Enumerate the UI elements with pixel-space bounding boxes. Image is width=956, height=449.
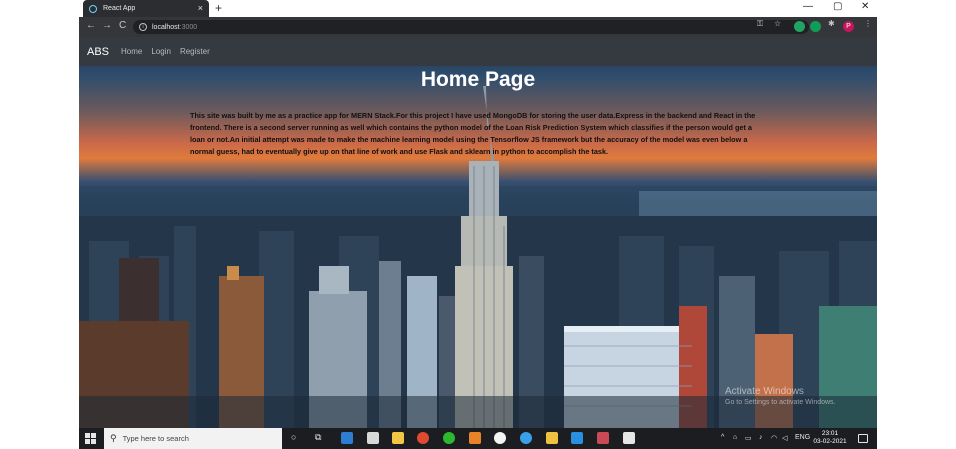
active-app-icon[interactable] bbox=[597, 432, 609, 444]
maximize-icon[interactable]: ▢ bbox=[833, 1, 842, 12]
browser-tab-strip: React App × + — ▢ ✕ bbox=[79, 0, 877, 17]
browser-toolbar: ← → C i localhost :3000 ⚿ ☆ ✱ P ⋮ bbox=[79, 17, 877, 37]
opera-icon[interactable] bbox=[417, 432, 429, 444]
back-arrow-icon[interactable]: ← bbox=[86, 20, 96, 31]
reload-icon[interactable]: C bbox=[119, 20, 126, 31]
nav-link-login[interactable]: Login bbox=[151, 47, 171, 56]
new-tab-icon[interactable]: + bbox=[215, 1, 222, 15]
minimize-icon[interactable]: — bbox=[803, 1, 813, 12]
store-icon[interactable] bbox=[392, 432, 404, 444]
top-navbar: ABS Home Login Register bbox=[79, 37, 877, 66]
task-view-icon[interactable]: ⧉ bbox=[315, 432, 321, 443]
wifi-icon[interactable]: ◠ bbox=[771, 434, 777, 442]
taskbar-clock[interactable]: 23:01 03-02-2021 bbox=[813, 430, 847, 446]
clock-time: 23:01 bbox=[821, 430, 839, 437]
mic-icon[interactable]: ♪ bbox=[759, 434, 763, 441]
forward-arrow-icon[interactable]: → bbox=[102, 20, 112, 31]
extension-new-icon[interactable] bbox=[810, 21, 821, 32]
activate-windows-subtext: Go to Settings to activate Windows. bbox=[725, 399, 836, 406]
battery-icon[interactable]: ▭ bbox=[745, 434, 752, 442]
tray-chevron-icon[interactable]: ^ bbox=[721, 434, 724, 441]
web-page-viewport: ABS Home Login Register Home Page This s… bbox=[79, 37, 877, 428]
extensions-puzzle-icon[interactable]: ✱ bbox=[828, 19, 835, 28]
page-description: This site was built by me as a practice … bbox=[190, 111, 756, 156]
browser-tab[interactable]: React App × bbox=[83, 0, 209, 17]
edge-icon[interactable] bbox=[520, 432, 532, 444]
tab-close-icon[interactable]: × bbox=[198, 3, 203, 13]
green-app-icon[interactable] bbox=[443, 432, 455, 444]
cortana-icon[interactable]: ○ bbox=[291, 432, 296, 442]
profile-avatar[interactable]: P bbox=[843, 21, 854, 32]
clock-date: 03-02-2021 bbox=[813, 438, 847, 445]
page-title: Home Page bbox=[420, 68, 536, 91]
tray-people-icon[interactable]: ⌂ bbox=[733, 434, 737, 441]
search-icon: ⚲ bbox=[110, 433, 117, 443]
windows-start-icon[interactable] bbox=[85, 433, 96, 444]
mail-icon[interactable] bbox=[341, 432, 353, 444]
chrome-icon[interactable] bbox=[494, 432, 506, 444]
site-info-icon[interactable]: i bbox=[139, 23, 147, 31]
address-bar[interactable]: i localhost :3000 bbox=[133, 20, 809, 34]
snip-tool-icon[interactable] bbox=[367, 432, 379, 444]
desktop-screen: React App × + — ▢ ✕ ← → C i localhost :3… bbox=[79, 0, 877, 449]
file-explorer-icon[interactable] bbox=[546, 432, 558, 444]
extension-icon[interactable] bbox=[794, 21, 805, 32]
window-app-icon[interactable] bbox=[623, 432, 635, 444]
taskbar-search-input[interactable]: ⚲ Type here to search bbox=[104, 428, 282, 449]
url-port: :3000 bbox=[179, 23, 198, 31]
windows-taskbar: ⚲ Type here to search ○ ⧉ ^ ⌂ ▭ ♪ ◠ ◁ EN… bbox=[79, 428, 877, 449]
browser-menu-icon[interactable]: ⋮ bbox=[864, 19, 872, 28]
close-window-icon[interactable]: ✕ bbox=[861, 1, 869, 12]
nav-link-home[interactable]: Home bbox=[121, 47, 142, 56]
vscode-icon[interactable] bbox=[571, 432, 583, 444]
language-indicator[interactable]: ENG bbox=[795, 434, 810, 441]
orange-app-icon[interactable] bbox=[469, 432, 481, 444]
key-icon[interactable]: ⚿ bbox=[757, 19, 763, 29]
volume-icon[interactable]: ◁ bbox=[782, 434, 787, 442]
tab-title: React App bbox=[103, 5, 136, 12]
nav-link-register[interactable]: Register bbox=[180, 47, 210, 56]
activate-windows-watermark: Activate Windows bbox=[725, 386, 804, 397]
notification-center-icon[interactable] bbox=[858, 434, 868, 443]
navbar-brand[interactable]: ABS bbox=[87, 46, 109, 58]
react-favicon-icon bbox=[89, 4, 97, 13]
url-host: localhost bbox=[152, 23, 180, 31]
bookmark-star-icon[interactable]: ☆ bbox=[774, 19, 781, 28]
search-placeholder: Type here to search bbox=[122, 434, 189, 443]
